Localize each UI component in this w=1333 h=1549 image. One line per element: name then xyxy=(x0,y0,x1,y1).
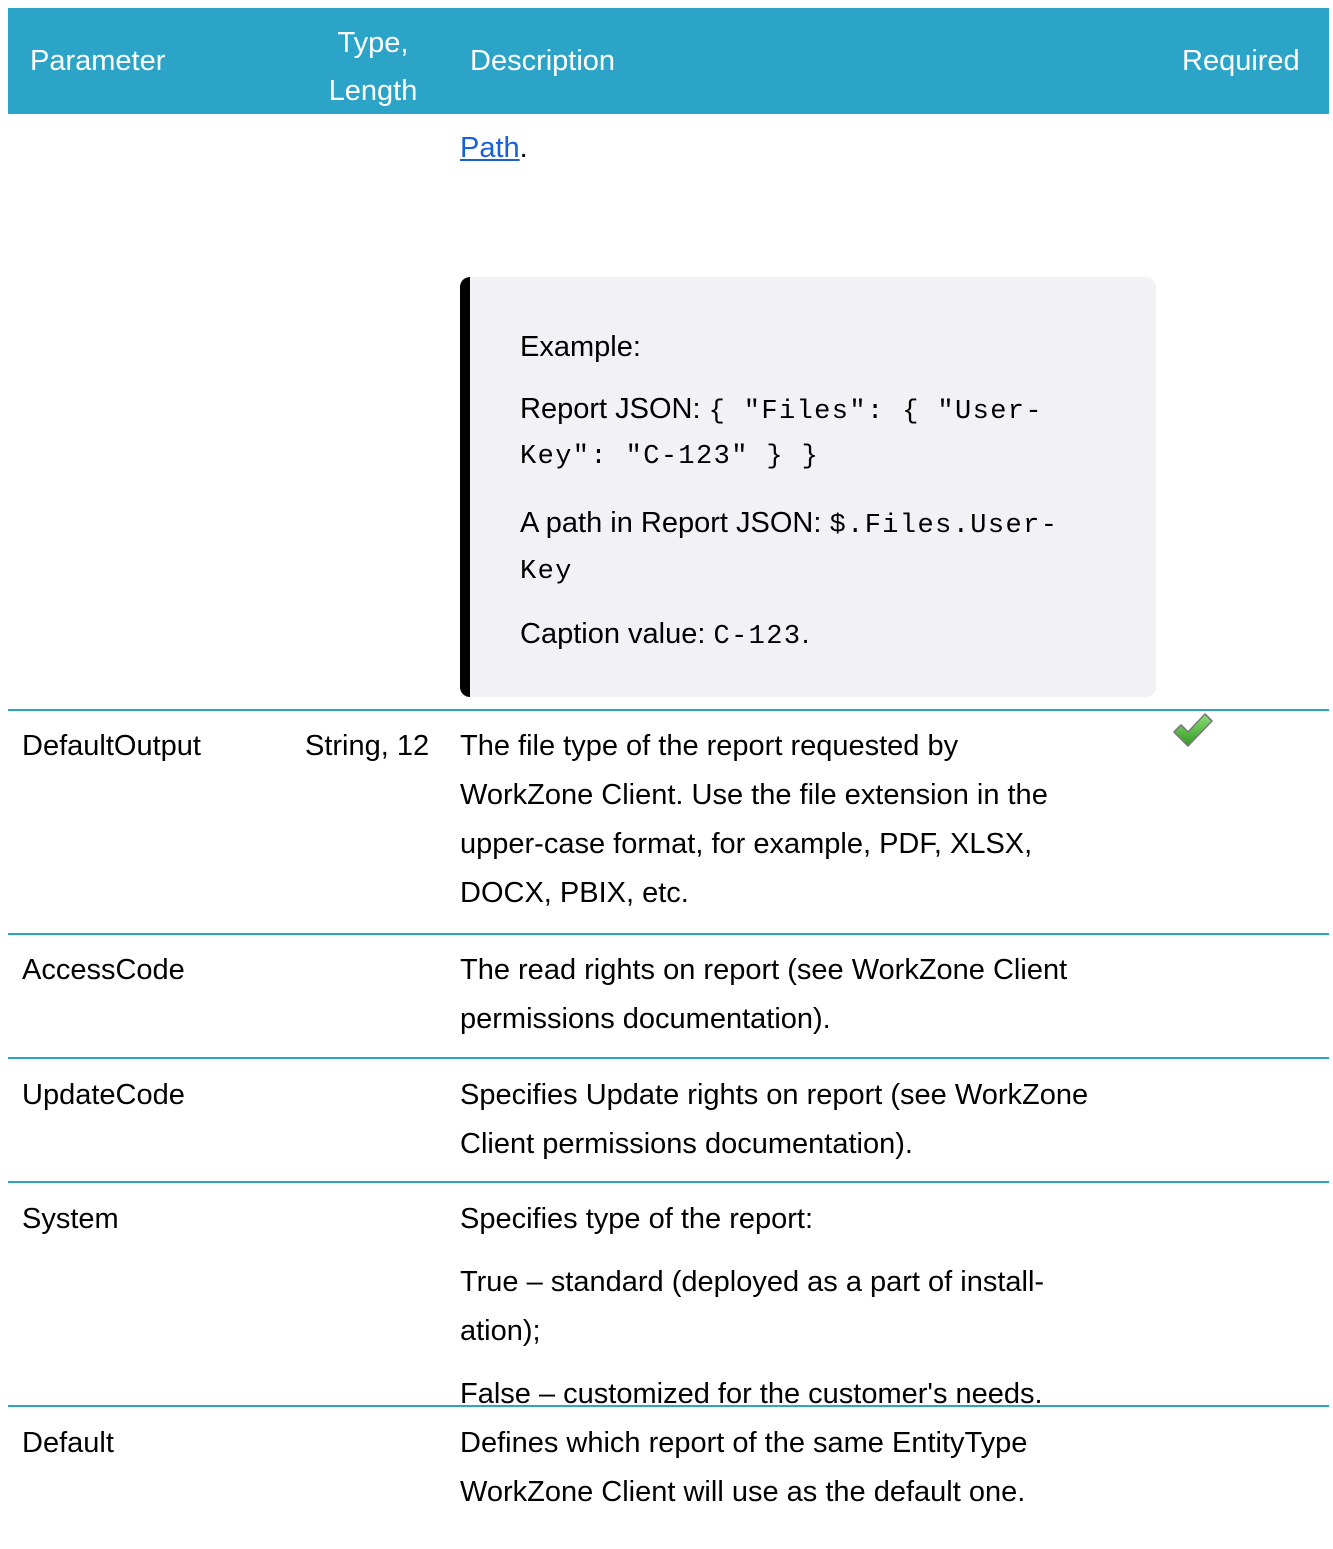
row-separator xyxy=(8,1057,1329,1059)
example-report-json-code-a: { "Files": { "User- xyxy=(708,397,1044,427)
example-report-json-label: Report JSON: xyxy=(520,393,709,425)
header-type-line1: Type, xyxy=(337,27,409,59)
description-line: Specifies Update rights on report (see W… xyxy=(460,1079,1089,1111)
description-line: Defines which report of the same EntityT… xyxy=(460,1427,1028,1459)
description-line: ation); xyxy=(460,1315,541,1347)
example-title-colon: : xyxy=(632,331,641,363)
example-report-json-line-2: Key": "C-123" } } xyxy=(520,430,819,482)
example-path-label: A path in Report JSON: xyxy=(520,507,830,539)
example-caption-line: Caption value: C-123. xyxy=(520,610,810,662)
description-line: upper-case format, for example, PDF, XLS… xyxy=(460,828,1033,860)
param-cell: AccessCode xyxy=(22,954,185,986)
example-caption-label: Caption value: xyxy=(520,618,714,650)
description-line: Client permissions documentation). xyxy=(460,1128,913,1160)
example-caption-code: C-123 xyxy=(713,622,802,652)
table-header: Parameter Type, Length Description Requi… xyxy=(8,8,1329,114)
description-line: The read rights on report (see WorkZone … xyxy=(460,954,1068,986)
example-report-json-code-b: Key": "C-123" } } xyxy=(520,442,820,472)
path-link[interactable]: Path xyxy=(460,132,520,164)
description-line: WorkZone Client. Use the file extension … xyxy=(460,779,1048,811)
description-cell: Specifies type of the report: True – sta… xyxy=(460,1195,1160,1419)
example-path-line: A path in Report JSON: $.Files.User- xyxy=(520,499,1058,551)
example-title-line: Example: xyxy=(520,323,641,372)
description-line: WorkZone Client will use as the default … xyxy=(460,1476,1026,1508)
row-separator xyxy=(8,933,1329,935)
description-cell: The read rights on report (see WorkZone … xyxy=(460,946,1160,1044)
param-cell: UpdateCode xyxy=(22,1079,185,1111)
header-parameter: Parameter xyxy=(30,45,166,77)
row-separator xyxy=(8,1181,1329,1183)
description-cell: Defines which report of the same EntityT… xyxy=(460,1419,1160,1517)
description-cell: The file type of the report requested by… xyxy=(460,722,1160,918)
description-line: False – customized for the customer's ne… xyxy=(460,1378,1043,1410)
example-title: Example xyxy=(520,331,633,363)
header-description: Description xyxy=(470,45,616,77)
header-type-length: Type, Length xyxy=(316,19,430,115)
description-line: True – standard (deployed as a part of i… xyxy=(460,1266,1045,1298)
example-path-code-b: Key xyxy=(520,557,573,587)
example-path-line-2: Key xyxy=(520,545,573,597)
header-type-line2: Length xyxy=(328,75,418,107)
description-line: DOCX, PBIX, etc. xyxy=(460,877,689,909)
example-path-code-a: $.Files.User- xyxy=(829,511,1059,541)
param-cell: DefaultOutput xyxy=(22,730,201,762)
row-separator xyxy=(8,1405,1329,1407)
description-line: The file type of the report requested by xyxy=(460,730,959,762)
param-cell: System xyxy=(22,1203,119,1235)
param-cell: Default xyxy=(22,1427,114,1459)
path-reference: Path. xyxy=(460,124,528,173)
example-callout: Example: Report JSON: { "Files": { "User… xyxy=(460,277,1156,697)
example-caption-period: . xyxy=(801,618,810,650)
description-line: Specifies type of the report: xyxy=(460,1203,814,1235)
description-line: permissions documentation). xyxy=(460,1003,831,1035)
path-link-period: . xyxy=(519,132,528,164)
type-cell: String, 12 xyxy=(305,730,430,762)
header-required: Required xyxy=(1182,45,1300,77)
row-separator xyxy=(8,709,1329,711)
description-cell: Specifies Update rights on report (see W… xyxy=(460,1071,1160,1169)
green-checkmark-icon xyxy=(1173,713,1213,747)
